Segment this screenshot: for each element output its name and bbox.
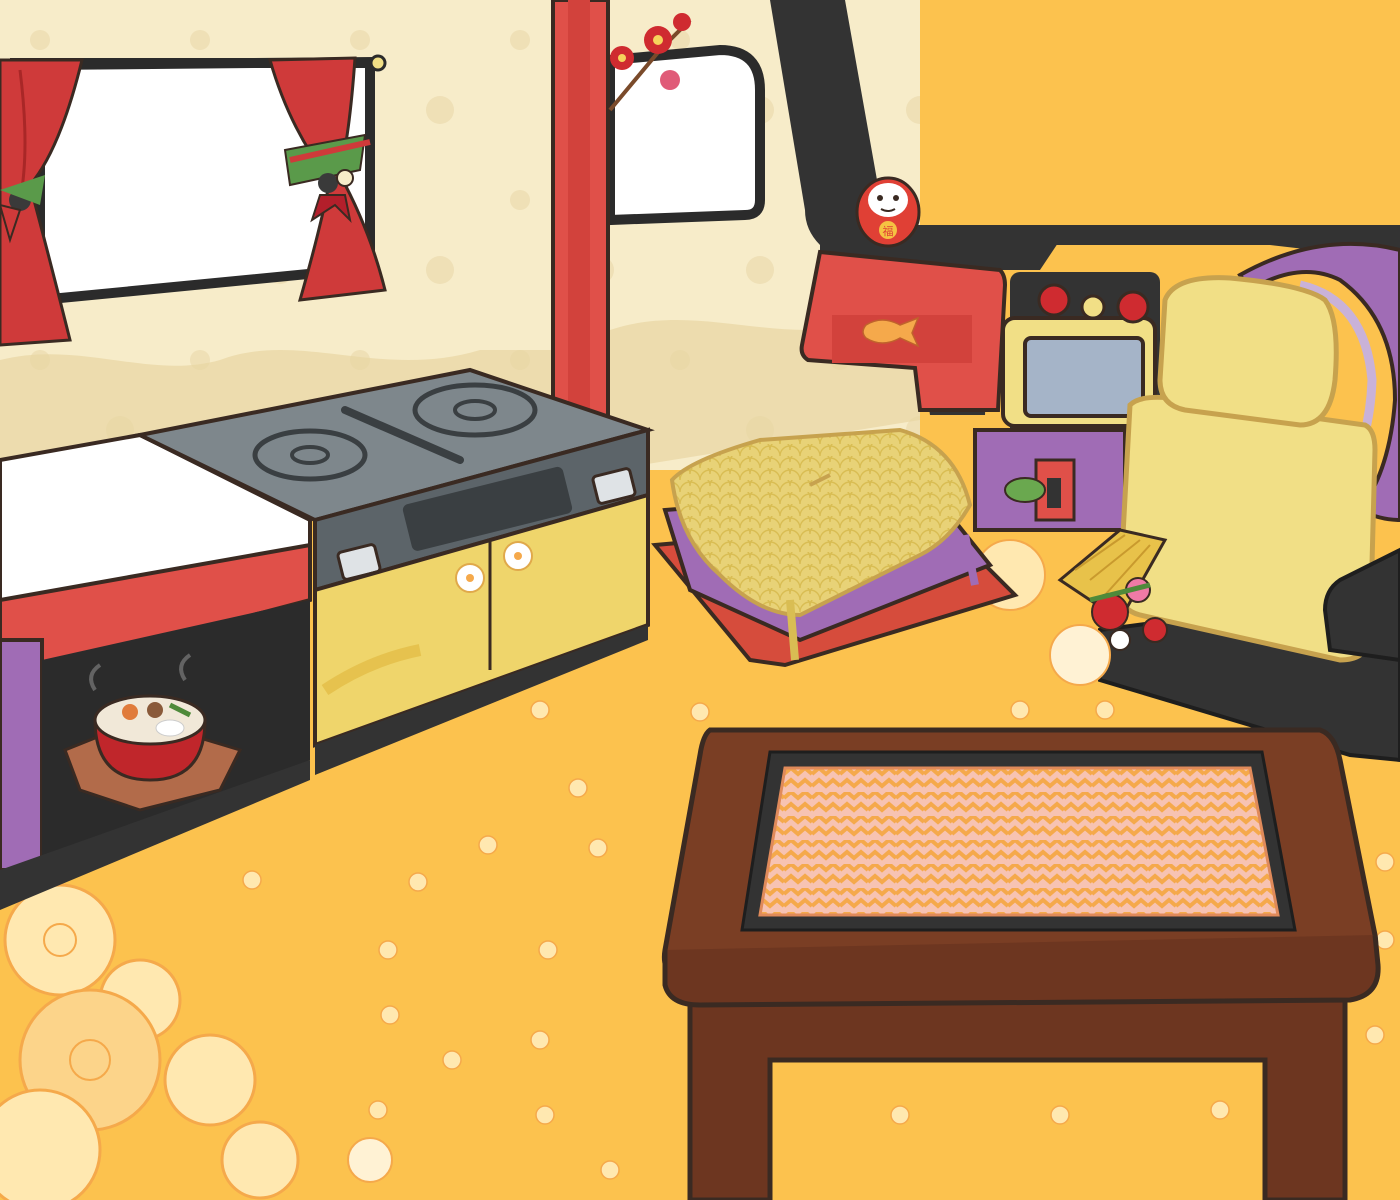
daruma-glyph: 福 <box>883 224 894 238</box>
side-window <box>605 44 765 226</box>
campervan-interior-scene: 福 <box>0 0 1400 1200</box>
red-pillar <box>551 0 610 442</box>
daruma-doll: 福 <box>855 176 921 248</box>
